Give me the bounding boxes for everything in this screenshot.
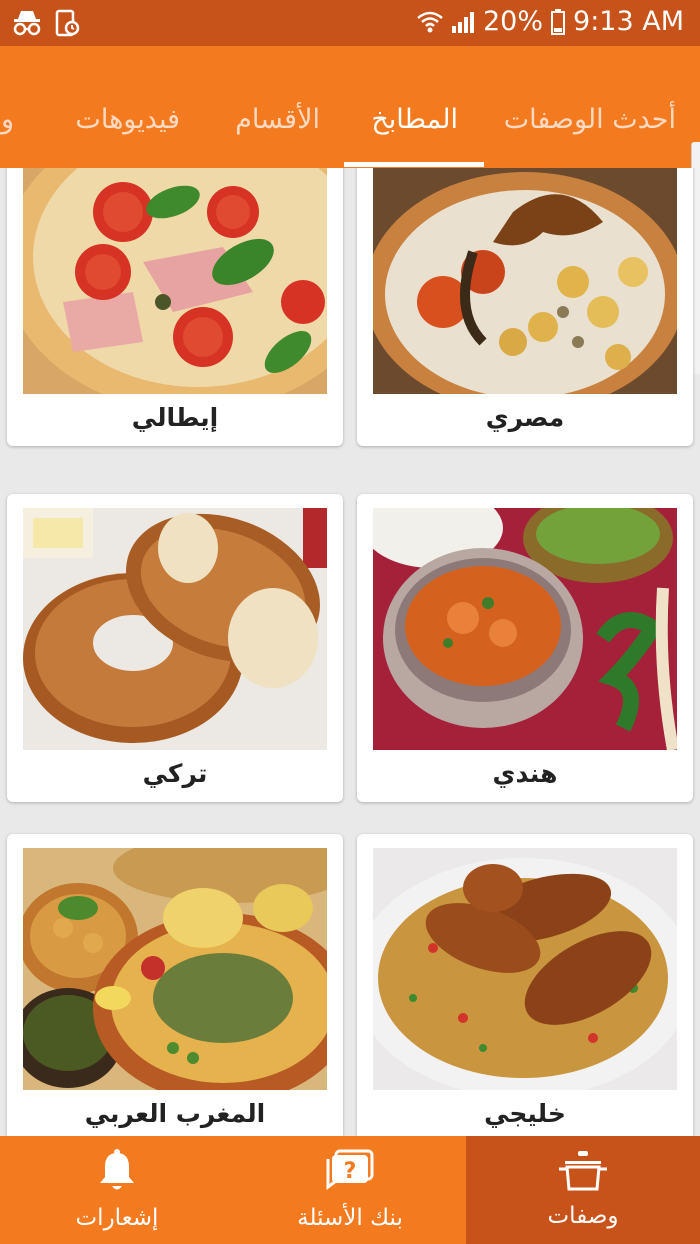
cuisines-grid: مصري إيطالي هندي تركي خليجي المغرب العرب… xyxy=(0,168,700,1136)
clock: 9:13 AM xyxy=(573,6,684,37)
nav-label: بنك الأسئلة xyxy=(297,1205,403,1231)
bottom-navigation: إشعارات ? بنك الأسئلة وصفات xyxy=(0,1136,700,1244)
cooking-pot-icon xyxy=(557,1151,609,1197)
cuisine-label: خليجي xyxy=(484,1099,566,1128)
cuisine-card-italian[interactable]: إيطالي xyxy=(7,168,343,446)
incognito-icon xyxy=(12,9,42,37)
signal-icon xyxy=(451,10,475,34)
svg-text:?: ? xyxy=(344,1159,357,1184)
active-tab-indicator xyxy=(344,162,484,167)
cuisine-label: هندي xyxy=(492,759,558,788)
cuisine-label: تركي xyxy=(142,759,208,788)
cuisine-label: إيطالي xyxy=(131,403,219,432)
tab-latest-recipes[interactable]: أحدث الوصفات xyxy=(504,104,676,135)
battery-icon xyxy=(551,8,566,35)
nav-question-bank[interactable]: ? بنك الأسئلة xyxy=(234,1136,466,1244)
tab-more[interactable]: و xyxy=(1,104,14,135)
cuisine-card-maghreb[interactable]: المغرب العربي xyxy=(7,834,343,1136)
status-bar: 20% 9:13 AM xyxy=(0,0,700,46)
kabsa-photo xyxy=(373,848,677,1090)
tab-bar: أحدث الوصفات المطابخ الأقسام فيديوهات و xyxy=(0,78,700,168)
cuisine-label: المغرب العربي xyxy=(84,1099,266,1128)
curry-photo xyxy=(373,508,677,750)
cuisine-card-gulf[interactable]: خليجي xyxy=(357,834,693,1136)
cuisine-card-indian[interactable]: هندي xyxy=(357,494,693,802)
battery-text: 20% xyxy=(483,6,544,37)
cuisine-card-egyptian[interactable]: مصري xyxy=(357,168,693,446)
tagine-photo xyxy=(23,848,327,1090)
nav-label: إشعارات xyxy=(75,1205,159,1231)
nav-label: وصفات xyxy=(547,1203,619,1229)
tab-videos[interactable]: فيديوهات xyxy=(75,104,180,135)
tab-cuisines[interactable]: المطابخ xyxy=(371,104,458,135)
cuisine-label: مصري xyxy=(485,403,565,432)
bell-icon xyxy=(97,1149,137,1199)
cuisine-card-turkish[interactable]: تركي xyxy=(7,494,343,802)
question-chat-icon: ? xyxy=(326,1149,374,1199)
nav-recipes[interactable]: وصفات xyxy=(466,1136,700,1244)
screen-record-icon xyxy=(54,9,80,37)
koshari-photo xyxy=(373,168,677,394)
pizza-photo xyxy=(23,168,327,394)
tab-categories[interactable]: الأقسام xyxy=(235,104,320,135)
wifi-icon xyxy=(417,10,443,34)
nav-notifications[interactable]: إشعارات xyxy=(0,1136,234,1244)
simit-photo xyxy=(23,508,327,750)
